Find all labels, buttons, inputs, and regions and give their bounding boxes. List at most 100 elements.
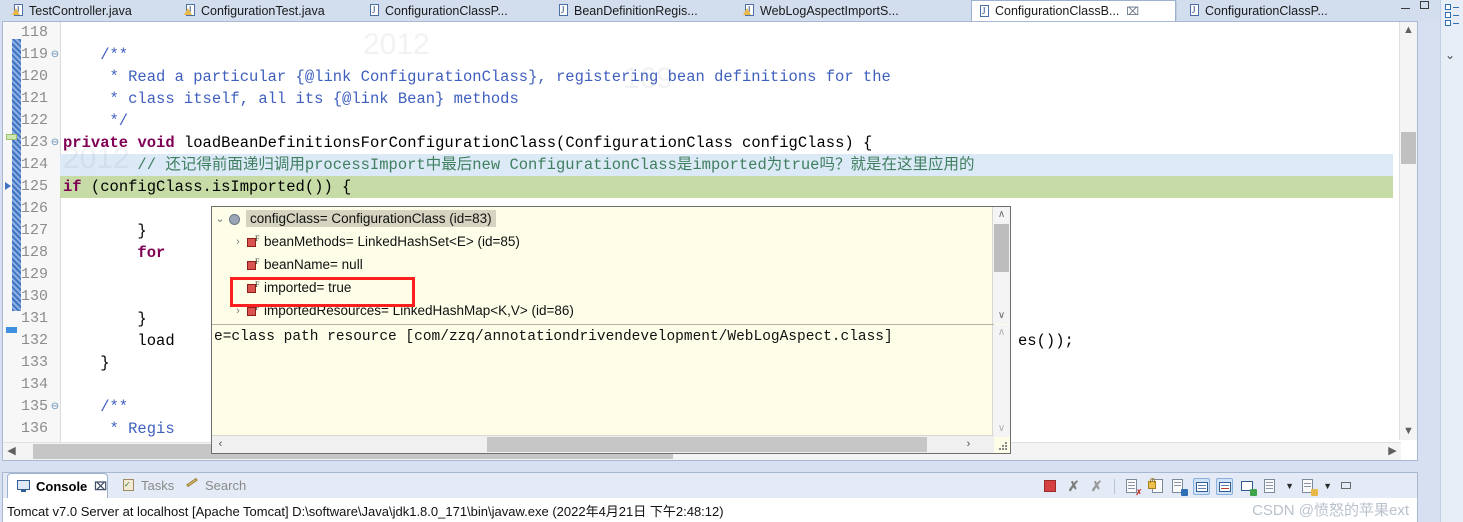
scroll-down-icon[interactable]: ∨ xyxy=(993,421,1010,437)
search-pen-icon xyxy=(186,477,200,492)
editor-tab-beandefinitionregis[interactable]: J BeanDefinitionRegis... xyxy=(551,0,731,21)
line-number: 126 xyxy=(20,200,48,217)
remove-all-terminated-button[interactable]: ✗ xyxy=(1088,478,1105,495)
chevron-down-icon[interactable]: ⌄ xyxy=(1445,48,1455,62)
scroll-right-icon[interactable]: › xyxy=(960,436,977,453)
line-number: 133 xyxy=(20,354,48,371)
line-number: 121 xyxy=(20,90,48,107)
clear-console-button[interactable]: ✗ xyxy=(1124,478,1142,496)
view-tab-tasks[interactable]: ✓ Tasks xyxy=(113,473,175,498)
editor-tab-testcontroller[interactable]: J TestController.java xyxy=(6,0,172,21)
fold-toggle-icon[interactable]: ⊖ xyxy=(50,132,60,154)
method-signature-rest: loadBeanDefinitionsForConfigurationClass… xyxy=(174,134,873,152)
tree-row-imported[interactable]: F imported= true xyxy=(212,276,994,299)
tree-row-label: beanMethods= LinkedHashSet<E> (id=85) xyxy=(264,234,520,249)
scroll-down-icon[interactable]: ▼ xyxy=(1400,423,1417,440)
keyword-private: private xyxy=(63,134,129,152)
tree-row-importedresources[interactable]: › F importedResources= LinkedHashMap<K,V… xyxy=(212,299,994,322)
show-console-on-output-button[interactable] xyxy=(1193,477,1211,495)
pin-console-button[interactable] xyxy=(1239,478,1258,496)
java-icon: J xyxy=(369,4,381,17)
code-line[interactable]: 122 */ xyxy=(3,110,1393,132)
editor-tab-configurationclassp-1[interactable]: J ConfigurationClassP... xyxy=(362,0,545,21)
chevron-right-icon[interactable]: › xyxy=(212,305,246,317)
remove-launch-button[interactable]: ✗ xyxy=(1065,478,1082,495)
word-wrap-button[interactable] xyxy=(1170,478,1189,496)
line-text: /** xyxy=(63,398,129,416)
popup-details-vertical-scrollbar[interactable]: ∧ ∨ xyxy=(992,325,1010,437)
popup-resize-grip[interactable] xyxy=(997,440,1009,452)
scroll-left-icon[interactable]: ◀ xyxy=(3,443,20,460)
editor-tab-configurationclassb[interactable]: J ConfigurationClassB... ⌧ xyxy=(971,0,1176,21)
details-text: e=class path resource [com/zzq/annotatio… xyxy=(214,329,893,345)
outline-palette-icon[interactable] xyxy=(1445,4,1460,26)
scroll-up-icon[interactable]: ▲ xyxy=(1400,22,1417,39)
tree-row-label: importedResources= LinkedHashMap<K,V> (i… xyxy=(264,303,574,318)
scroll-right-icon[interactable]: ▶ xyxy=(1384,443,1401,460)
code-line[interactable]: 119 ⊖ /** xyxy=(3,44,1393,66)
chevron-right-icon[interactable]: › xyxy=(212,236,246,248)
overview-marker-occurrence[interactable] xyxy=(6,134,17,140)
close-icon[interactable]: ⌧ xyxy=(1126,5,1139,18)
scroll-up-icon[interactable]: ∧ xyxy=(993,325,1010,341)
view-tab-label: Search xyxy=(205,478,247,493)
view-tab-console[interactable]: Console ⌧ xyxy=(7,473,108,498)
editor-tab-label: ConfigurationTest.java xyxy=(201,3,325,18)
keyword-if: if xyxy=(63,178,82,196)
editor-tab-weblogaspectimports[interactable]: J WebLogAspectImportS... xyxy=(737,0,945,21)
tree-row-beanmethods[interactable]: › F beanMethods= LinkedHashSet<E> (id=85… xyxy=(212,230,994,253)
scrollbar-thumb[interactable] xyxy=(994,224,1009,272)
fold-toggle-icon[interactable]: ⊖ xyxy=(50,396,60,418)
show-console-on-error-button[interactable] xyxy=(1216,477,1234,495)
editor-tab-configurationtest[interactable]: J ConfigurationTest.java xyxy=(178,0,356,21)
editor-tab-label: ConfigurationClassP... xyxy=(1205,3,1328,18)
fold-toggle-icon[interactable]: ⊖ xyxy=(50,44,60,66)
terminate-button[interactable] xyxy=(1042,478,1059,495)
object-icon xyxy=(228,212,242,226)
caret-down-icon[interactable]: ▼ xyxy=(1285,481,1294,491)
minimize-view-button[interactable] xyxy=(1338,478,1355,495)
scrollbar-thumb[interactable] xyxy=(1401,132,1416,164)
editor-tab-label: ConfigurationClassP... xyxy=(385,3,508,18)
caret-down-icon[interactable]: ▼ xyxy=(1323,481,1332,491)
chevron-down-icon[interactable]: ⌄ xyxy=(212,212,228,225)
display-selected-console-button[interactable] xyxy=(1262,478,1279,495)
code-line-current[interactable]: 125 if (configClass.isImported()) { xyxy=(3,176,1393,198)
line-text-comment: // 还记得前面递归调用processImport中最后new Configur… xyxy=(63,156,975,174)
scroll-lock-button[interactable] xyxy=(1147,477,1164,495)
line-number: 125 xyxy=(20,178,48,195)
csdn-watermark: CSDN @愤怒的苹果ext xyxy=(1252,502,1409,519)
popup-tree-vertical-scrollbar[interactable]: ∧ ∨ xyxy=(992,207,1010,324)
code-line[interactable]: 118 xyxy=(3,22,1393,44)
debug-variable-inspect-popup[interactable]: ⌄ configClass= ConfigurationClass (id=83… xyxy=(211,206,1011,454)
code-line[interactable]: 121 * class itself, all its {@link Bean}… xyxy=(3,88,1393,110)
maximize-button[interactable] xyxy=(1420,1,1429,9)
line-number: 127 xyxy=(20,222,48,239)
variable-details-pane[interactable]: e=class path resource [com/zzq/annotatio… xyxy=(212,325,994,437)
tree-row-configclass[interactable]: ⌄ configClass= ConfigurationClass (id=83… xyxy=(212,207,994,230)
code-line[interactable]: 120 * Read a particular {@link Configura… xyxy=(3,66,1393,88)
code-line[interactable]: 124 // 还记得前面递归调用processImport中最后new Conf… xyxy=(3,154,1393,176)
minimize-button[interactable] xyxy=(1401,1,1410,9)
code-line[interactable]: 123 ⊖ private void loadBeanDefinitionsFo… xyxy=(3,132,1393,154)
overview-marker-bookmark[interactable] xyxy=(6,327,17,333)
close-icon[interactable]: ⌧ xyxy=(94,480,107,493)
tasks-clipboard-icon: ✓ xyxy=(122,479,136,492)
editor-vertical-scrollbar[interactable]: ▲ ▼ xyxy=(1399,22,1417,440)
console-view-panel[interactable]: Console ⌧ ✓ Tasks Search ✗ ✗ ✗ ▼ ▼ Tomca… xyxy=(2,472,1418,522)
editor-tab-label: WebLogAspectImportS... xyxy=(760,3,899,18)
scroll-up-icon[interactable]: ∧ xyxy=(993,207,1010,223)
open-console-button[interactable] xyxy=(1300,478,1319,496)
console-monitor-icon xyxy=(17,479,31,493)
editor-tab-configurationclassp-2[interactable]: J ConfigurationClassP... xyxy=(1182,0,1362,21)
view-tab-search[interactable]: Search xyxy=(177,473,249,498)
line-text: * class itself, all its {@link Bean} met… xyxy=(63,90,519,108)
scroll-down-icon[interactable]: ∨ xyxy=(993,308,1010,324)
variable-tree[interactable]: ⌄ configClass= ConfigurationClass (id=83… xyxy=(212,207,994,324)
line-text-method-decl: private void loadBeanDefinitionsForConfi… xyxy=(63,132,872,154)
popup-horizontal-scrollbar[interactable]: ‹ › xyxy=(212,435,994,453)
tree-row-beanname[interactable]: F beanName= null xyxy=(212,253,994,276)
scroll-left-icon[interactable]: ‹ xyxy=(212,436,229,453)
scrollbar-thumb[interactable] xyxy=(487,437,927,452)
line-text-tail: es()); xyxy=(1018,332,1074,350)
